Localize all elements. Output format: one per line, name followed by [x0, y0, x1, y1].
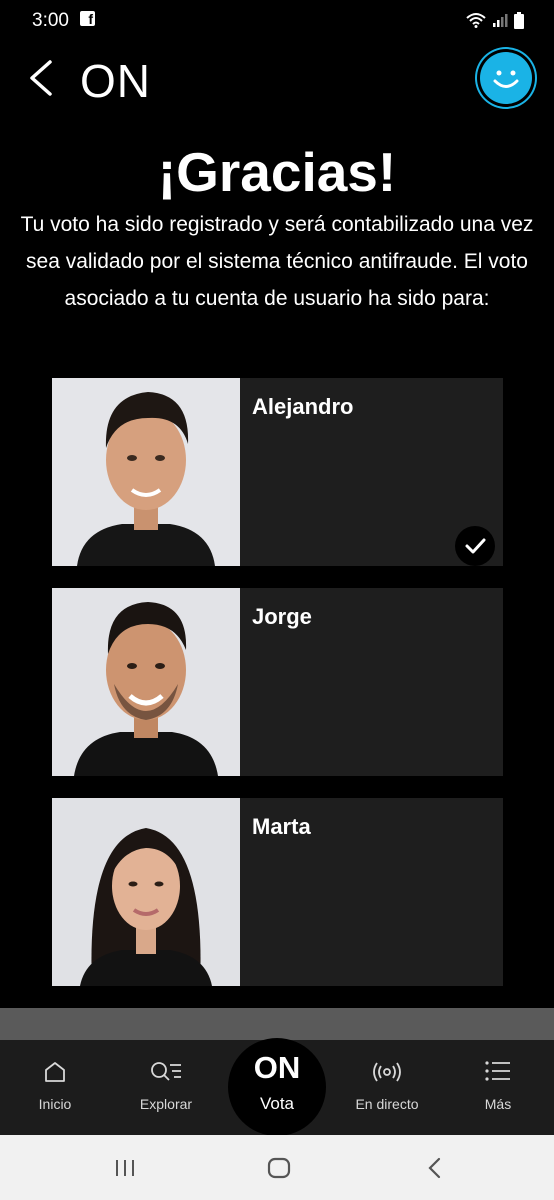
nav-item-vota[interactable]: ON Vota	[228, 1038, 326, 1136]
candidate-photo	[52, 588, 240, 776]
explore-icon	[151, 1062, 181, 1081]
candidate-card-jorge: Jorge	[52, 588, 503, 776]
battery-icon	[514, 11, 524, 29]
system-icons	[466, 10, 524, 30]
on-logo: ON	[253, 1050, 301, 1085]
vote-confirmation-message: Tu voto ha sido registrado y será contab…	[20, 213, 534, 310]
system-navigation-bar	[0, 1135, 554, 1200]
back-arrow-icon[interactable]	[26, 58, 56, 98]
nav-label: Vota	[259, 1094, 295, 1113]
nav-item-mas[interactable]: Más	[448, 1040, 548, 1135]
nav-item-explorar[interactable]: Explorar	[116, 1040, 216, 1135]
nav-item-en-directo[interactable]: En directo	[337, 1040, 437, 1135]
recent-apps-icon[interactable]	[114, 1157, 136, 1179]
thanks-title: ¡Gracias!	[157, 141, 397, 203]
bottom-nav: Inicio Explorar ON Vota En directo Más	[0, 1038, 554, 1136]
candidate-photo	[52, 798, 240, 986]
wifi-icon	[466, 13, 486, 28]
selected-check-icon	[455, 526, 495, 566]
nav-label: Inicio	[38, 1096, 72, 1112]
app-header: ON	[0, 50, 554, 110]
nav-item-inicio[interactable]: Inicio	[5, 1040, 105, 1135]
candidate-photo	[52, 378, 240, 566]
candidate-card-alejandro: Alejandro	[52, 378, 503, 566]
signal-icon	[493, 14, 508, 27]
nav-label: Más	[484, 1096, 512, 1112]
home-button-icon[interactable]	[266, 1156, 292, 1180]
nav-label: En directo	[355, 1096, 419, 1112]
profile-button[interactable]	[480, 52, 532, 104]
system-back-icon[interactable]	[424, 1156, 444, 1180]
nav-label: Explorar	[139, 1096, 193, 1112]
candidate-name: Alejandro	[252, 394, 354, 419]
candidate-name: Marta	[252, 814, 311, 839]
status-bar: 3:00 f	[0, 0, 554, 40]
home-icon	[45, 1062, 65, 1082]
status-time: 3:00	[32, 10, 69, 31]
live-icon	[373, 1062, 401, 1082]
menu-icon	[485, 1061, 510, 1081]
smiley-icon	[493, 70, 519, 88]
facebook-notification-icon: f	[80, 11, 95, 27]
scroll-divider	[0, 1008, 554, 1040]
candidate-card-marta: Marta	[52, 798, 503, 986]
candidate-name: Jorge	[252, 604, 312, 629]
app-title: ON	[80, 55, 151, 107]
